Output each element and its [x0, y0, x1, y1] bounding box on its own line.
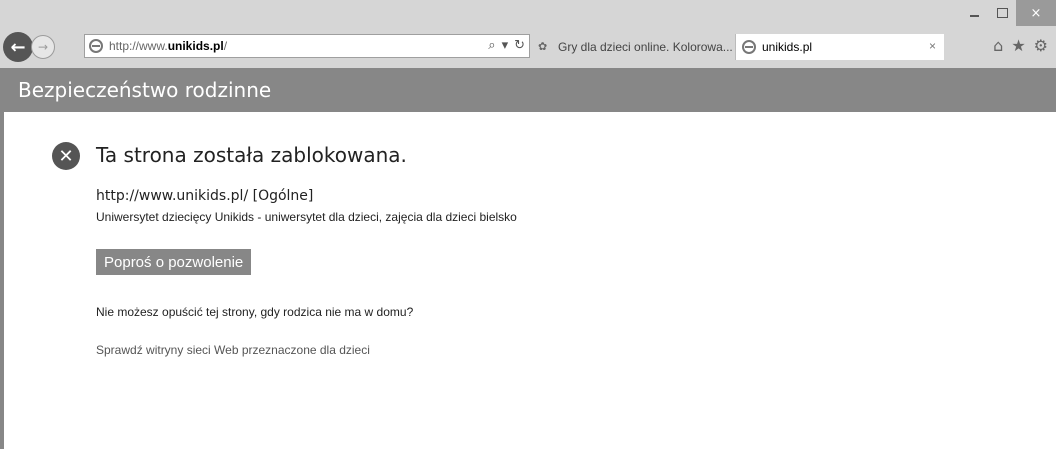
maximize-button[interactable] — [988, 0, 1016, 26]
blocked-url: http://www.unikids.pl/ [Ogólne] — [96, 188, 314, 204]
refresh-icon[interactable]: ↻ — [514, 38, 525, 53]
ie-page-icon — [742, 40, 756, 54]
blocked-title: Ta strona została zablokowana. — [96, 143, 407, 167]
address-tools: ⌕ ▾ ↻ — [488, 38, 525, 53]
dropdown-arrow-icon[interactable]: ▾ — [502, 38, 509, 53]
forward-button[interactable]: → — [31, 35, 55, 59]
blocked-x-icon: ✕ — [52, 142, 80, 170]
home-icon[interactable]: ⌂ — [993, 36, 1003, 55]
close-tab-icon[interactable]: × — [929, 39, 936, 53]
address-url[interactable]: http://www.unikids.pl/ — [109, 39, 227, 53]
favorites-star-icon[interactable]: ★ — [1011, 36, 1025, 55]
maximize-icon — [996, 8, 1008, 18]
kids-websites-link[interactable]: Sprawdź witryny sieci Web przeznaczone d… — [96, 343, 370, 357]
navigation-buttons: ← → — [3, 32, 55, 62]
tab-kids-games[interactable]: ✿ Gry dla dzieci online. Kolorowa... — [532, 34, 736, 60]
left-edge-bar — [0, 112, 4, 449]
address-domain: unikids.pl — [167, 39, 224, 53]
tab-label: unikids.pl — [762, 40, 813, 54]
address-suffix: / — [223, 39, 228, 53]
page-title: Bezpieczeństwo rodzinne — [18, 78, 272, 102]
close-window-button[interactable]: × — [1016, 0, 1056, 26]
blocked-description: Uniwersytet dziecięcy Unikids - uniwersy… — [96, 210, 517, 224]
back-arrow-icon: ← — [10, 36, 26, 58]
browser-chrome: × ← → http://www.unikids.pl/ ⌕ ▾ ↻ ✿ Gry… — [0, 0, 1056, 68]
parent-away-question[interactable]: Nie możesz opuścić tej strony, gdy rodzi… — [96, 305, 413, 319]
tab-unikids[interactable]: unikids.pl × — [736, 34, 944, 60]
settings-gear-icon[interactable]: ⚙ — [1034, 36, 1048, 55]
address-prefix: http://www. — [109, 39, 168, 53]
address-bar[interactable]: http://www.unikids.pl/ ⌕ ▾ ↻ — [84, 34, 530, 58]
tab-label: Gry dla dzieci online. Kolorowa... — [558, 40, 733, 54]
forward-arrow-icon: → — [37, 40, 49, 54]
browser-toolbar-right: ⌂ ★ ⚙ — [993, 36, 1048, 55]
minimize-button[interactable] — [960, 0, 988, 26]
back-button[interactable]: ← — [3, 32, 33, 62]
search-icon[interactable]: ⌕ — [488, 38, 495, 53]
ie-page-icon — [89, 39, 103, 53]
window-controls: × — [960, 0, 1056, 26]
kids-site-favicon-icon: ✿ — [538, 41, 548, 53]
family-safety-header: Bezpieczeństwo rodzinne — [0, 68, 1056, 112]
ask-permission-button[interactable]: Poproś o pozwolenie — [96, 249, 252, 275]
minimize-icon — [969, 15, 979, 17]
